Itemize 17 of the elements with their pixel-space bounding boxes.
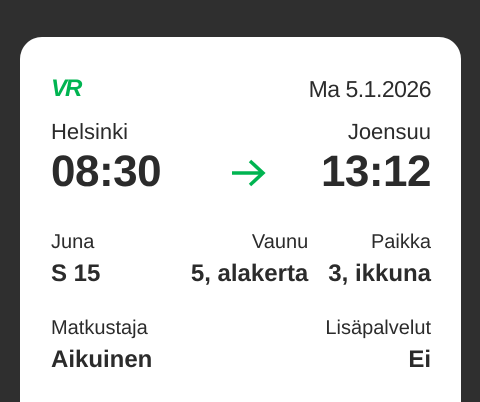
field-value: 5, alakerta <box>190 259 308 289</box>
field-value: Ei <box>408 345 431 375</box>
field-value: S 15 <box>51 259 100 289</box>
arrival-time: 13:12 <box>320 146 431 198</box>
travel-date: Ma 5.1.2026 <box>308 76 431 102</box>
field-label: Matkustaja <box>51 316 148 341</box>
field-value: 3, ikkuna <box>328 259 431 289</box>
arrow-icon <box>230 158 266 188</box>
departure-station: Helsinki <box>51 118 128 146</box>
field-label: Lisäpalvelut <box>325 316 431 341</box>
field-label: Vaunu <box>252 230 308 255</box>
field-label: Paikka <box>370 230 431 255</box>
field-label: Juna <box>51 230 94 255</box>
departure-time: 08:30 <box>51 146 162 198</box>
logo: VR <box>51 77 80 101</box>
arrival-station: Joensuu <box>348 118 431 146</box>
field-value: Aikuinen <box>51 345 152 375</box>
